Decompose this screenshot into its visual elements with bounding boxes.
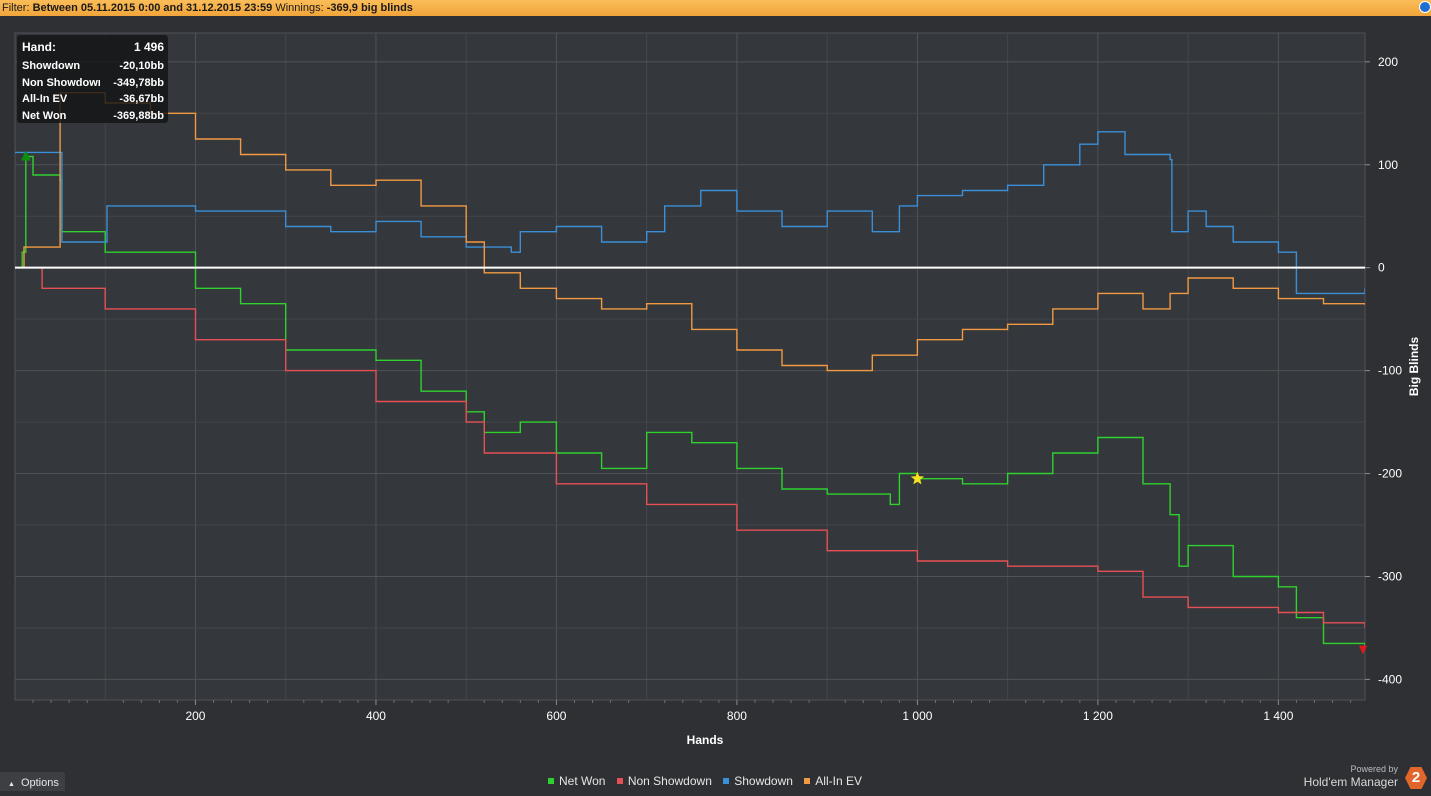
legend-swatch (804, 778, 811, 784)
powered-by: Powered by Hold'em Manager (1304, 764, 1398, 789)
legend-swatch (616, 778, 623, 784)
x-tick-label: 1 000 (902, 709, 932, 723)
legend-label: Non Showdown (627, 774, 712, 788)
y-tick-label: -300 (1378, 569, 1402, 583)
legend-label: Net Won (559, 774, 606, 788)
filter-range: Between 05.11.2015 0:00 and 31.12.2015 2… (32, 2, 273, 14)
x-tick-label: 1 400 (1263, 709, 1293, 723)
legend-swatch (548, 778, 554, 784)
tooltip-value: -20,10bb (119, 60, 164, 72)
tooltip-label: Showdown (22, 60, 81, 72)
legend-label: Showdown (734, 774, 793, 788)
legend-swatch (723, 778, 730, 784)
tooltip-label: All-In EV (22, 93, 68, 105)
x-axis-label: Hands (687, 733, 724, 747)
hand-tooltip: Hand: 1 496 Showdown -20,10bb Non Showdo… (17, 35, 168, 123)
tooltip-value: -36,67bb (119, 93, 164, 105)
y-tick-label: -100 (1378, 364, 1402, 378)
x-tick-label: 400 (366, 709, 386, 723)
options-button[interactable]: ▲ Options (0, 772, 65, 791)
tooltip-value: -349,78bb (113, 76, 164, 89)
tooltip-label: Net Won (22, 109, 67, 122)
tooltip-row-showdown: Showdown -20,10bb (22, 58, 164, 75)
brand-name: Hold'em Manager (1303, 775, 1398, 789)
tooltip-row-net-won: Net Won -369,88bb (22, 108, 164, 125)
legend-item-showdown[interactable]: Showdown (723, 774, 793, 788)
y-tick-label: -200 (1378, 467, 1402, 481)
tooltip-label: Hand: (22, 40, 56, 54)
x-tick-label: 800 (727, 709, 747, 723)
winnings-label: Winnings: (275, 2, 324, 14)
tooltip-row-non-showdown: Non Showdown -349,78bb (22, 75, 164, 92)
y-tick-label: 200 (1378, 55, 1398, 69)
tooltip-row-hand: Hand: 1 496 (22, 39, 164, 58)
graph-chart[interactable]: 200 400 600 800 1 000 1 200 1 4002001000-100-2… (0, 16, 1431, 772)
y-axis-label: Big Blinds (1407, 337, 1421, 397)
x-tick-label: 200 (185, 709, 205, 723)
legend-item-non-showdown[interactable]: Non Showdown (616, 774, 712, 788)
legend-item-net-won[interactable]: Net Won (548, 774, 605, 788)
tooltip-row-all-in-ev: All-In EV -36,67bb (22, 91, 164, 108)
filter-bar: Filter: Between 05.11.2015 0:00 and 31.1… (0, 0, 1431, 16)
tooltip-value: 1 496 (133, 40, 164, 54)
filter-label: Filter: (2, 2, 30, 14)
winnings-value: -369,9 big blinds (326, 2, 413, 14)
legend-item-all-in-ev[interactable]: All-In EV (804, 774, 862, 788)
y-tick-label: -400 (1378, 672, 1402, 686)
y-tick-label: 100 (1378, 158, 1398, 172)
x-tick-label: 1 200 (1083, 709, 1113, 723)
chart-legend: Net Won Non Showdown Showdown All-In EV (548, 774, 870, 788)
y-tick-label: 0 (1378, 261, 1385, 275)
x-tick-label: 600 (546, 709, 566, 723)
legend-label: All-In EV (815, 774, 862, 788)
plot-area (14, 32, 1366, 701)
tooltip-value: -369,88bb (113, 109, 164, 122)
info-icon[interactable] (1419, 1, 1431, 13)
expand-up-icon: ▲ (8, 781, 15, 788)
powered-by-label: Powered by (1350, 764, 1398, 774)
options-label: Options (20, 777, 59, 789)
tooltip-label: Non Showdown (22, 76, 100, 89)
